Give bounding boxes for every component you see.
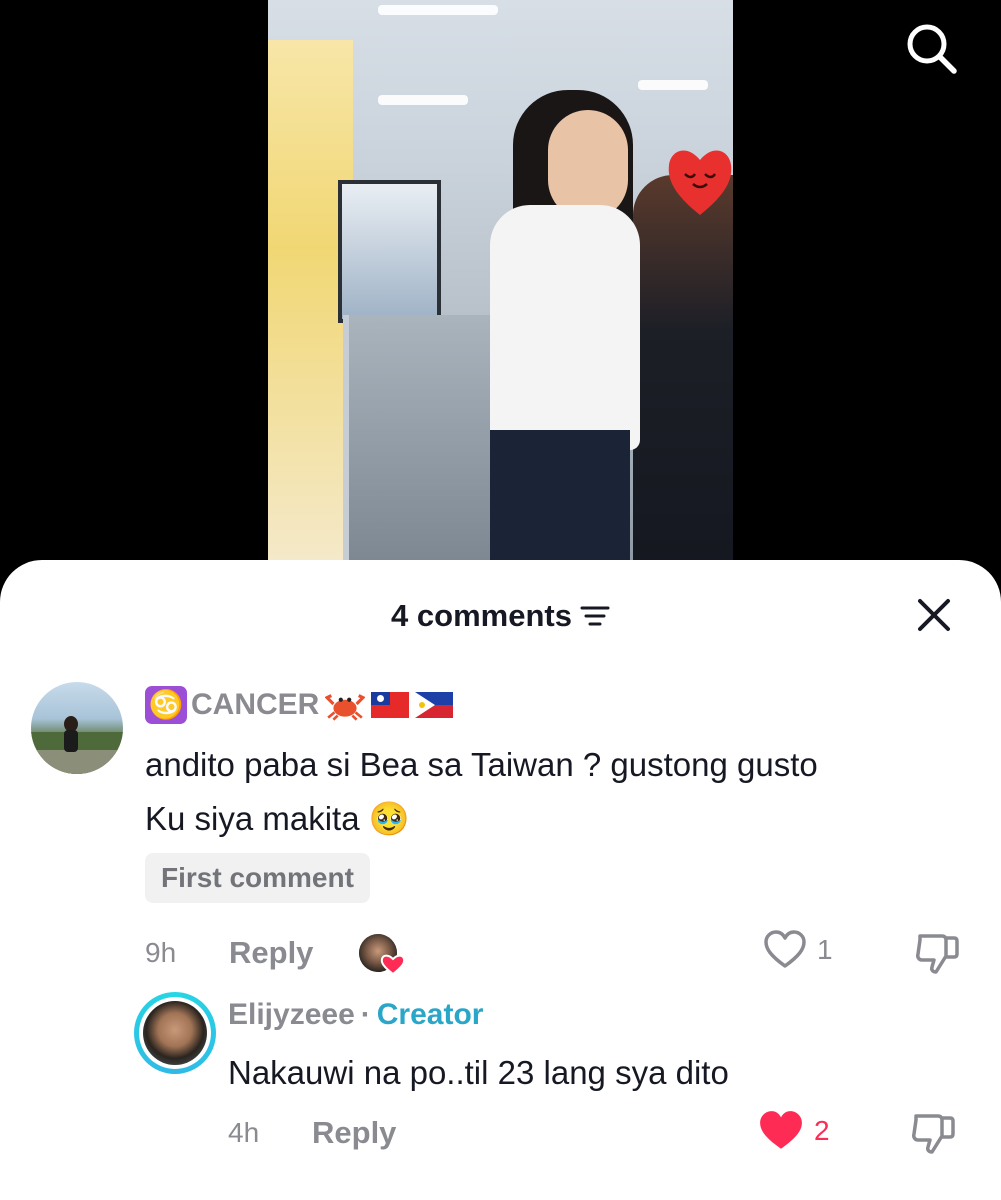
filter-lines-icon	[580, 606, 610, 626]
philippines-flag-icon	[415, 692, 454, 718]
reply-username-row[interactable]: Elijyzeee · Creator	[228, 998, 483, 1032]
comment-username: CANCER	[191, 688, 320, 721]
dislike-icon[interactable]	[910, 1110, 956, 1156]
like-button[interactable]: 1	[763, 930, 833, 970]
video-frame[interactable]	[268, 0, 733, 560]
search-icon[interactable]	[903, 20, 959, 76]
like-count: 2	[814, 1115, 830, 1146]
liked-by-creator-icon	[359, 934, 405, 976]
comments-sheet: 4 comments ♋ CANCER andito paba si Bea s…	[0, 560, 1001, 1200]
comment-time: 9h	[145, 937, 177, 968]
person-pants	[490, 430, 630, 560]
reply-time: 4h	[228, 1117, 260, 1148]
second-person	[633, 175, 733, 560]
ticket-gate	[343, 315, 509, 560]
like-count: 1	[817, 934, 833, 965]
heart-outline-icon	[764, 930, 806, 968]
video-area	[0, 0, 1001, 600]
dislike-icon[interactable]	[914, 930, 960, 976]
comments-sort-button[interactable]: 4 comments	[391, 598, 610, 634]
reply-text: Nakauwi na po..til 23 lang sya dito	[228, 1054, 729, 1091]
separator-dot: ·	[360, 998, 371, 1031]
heart-filled-icon	[760, 1111, 802, 1149]
cancer-zodiac-icon: ♋	[145, 686, 187, 724]
avatar[interactable]	[134, 992, 216, 1074]
comment-text-line: Ku siya makita 🥹	[145, 800, 410, 837]
comments-count: 4 comments	[391, 598, 572, 633]
ceiling-light	[378, 95, 468, 105]
ceiling-light	[378, 5, 498, 15]
comment-username-row[interactable]: ♋ CANCER	[145, 686, 454, 724]
avatar[interactable]	[31, 682, 123, 774]
creator-label: Creator	[376, 998, 484, 1031]
comment-text: andito paba si Bea sa Taiwan ? gustong g…	[145, 738, 985, 846]
avatar-photo	[31, 716, 123, 774]
reply-button[interactable]: Reply	[229, 928, 313, 978]
reply-username: Elijyzeee	[228, 998, 355, 1031]
reply-actions: 4h Reply 2	[0, 1108, 1001, 1158]
comments-count-wrap: 4 comments	[0, 598, 1001, 634]
sheet-header: 4 comments	[0, 590, 1001, 640]
heart-sticker-icon	[668, 150, 732, 215]
like-button[interactable]: 2	[758, 1110, 830, 1152]
ceiling-light	[638, 80, 708, 90]
comment-actions: 9h Reply 1	[0, 928, 1001, 978]
person-shirt	[490, 205, 640, 450]
comment-text-line: andito paba si Bea sa Taiwan ? gustong g…	[145, 746, 818, 783]
first-comment-badge: First comment	[145, 853, 370, 903]
close-icon[interactable]	[914, 595, 954, 635]
avatar-photo	[143, 1001, 207, 1065]
reply-button[interactable]: Reply	[312, 1108, 396, 1158]
taiwan-flag-icon	[371, 692, 410, 718]
crab-icon	[325, 694, 366, 721]
person-face	[548, 110, 628, 220]
station-monitor	[338, 180, 441, 323]
